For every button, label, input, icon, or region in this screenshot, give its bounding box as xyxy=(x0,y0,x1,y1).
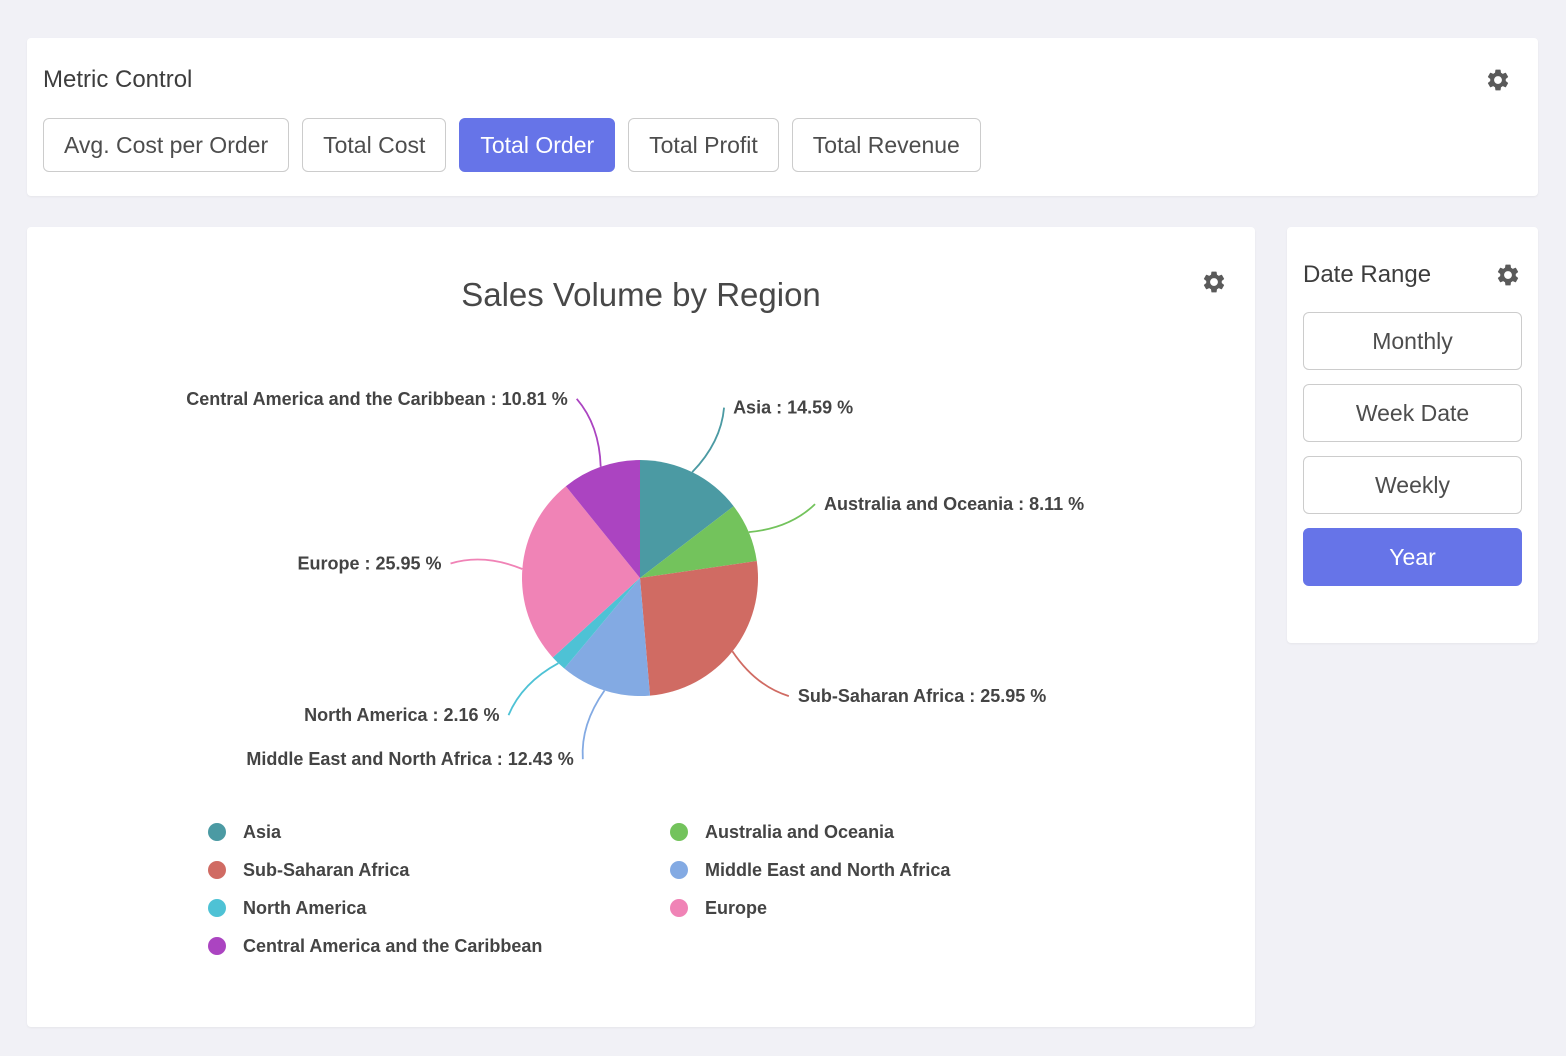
legend-dot-middle-east-and-north-africa xyxy=(670,861,688,879)
legend-dot-north-america xyxy=(208,899,226,917)
date-range-button-group: Monthly Week Date Weekly Year xyxy=(1303,312,1522,586)
metric-button-group: Avg. Cost per OrderTotal CostTotal Order… xyxy=(43,118,1512,172)
date-range-title: Date Range xyxy=(1303,261,1431,289)
pie-label-line-central-america-and-the-caribbean xyxy=(577,399,601,467)
legend-item-europe[interactable]: Europe xyxy=(670,896,1090,920)
date-range-header: Date Range xyxy=(1303,261,1522,289)
date-range-gear-icon[interactable] xyxy=(1494,261,1522,289)
pie-chart[interactable]: Asia : 14.59 % Australia and Oceania : 8.… xyxy=(27,313,1255,783)
legend-dot-europe xyxy=(670,899,688,917)
legend-label-middle-east-and-north-africa: Middle East and North Africa xyxy=(705,860,950,881)
metric-settings-gear-icon[interactable] xyxy=(1484,66,1512,94)
legend-label-australia-and-oceania: Australia and Oceania xyxy=(705,822,894,843)
metric-button-total-profit[interactable]: Total Profit xyxy=(628,118,779,172)
metric-control-header: Metric Control xyxy=(43,66,1512,94)
legend-dot-sub-saharan-africa xyxy=(208,861,226,879)
pie-label-line-asia xyxy=(692,408,724,473)
dashboard-page: Metric Control Avg. Cost per OrderTotal … xyxy=(0,0,1566,1027)
chart-header: Sales Volume by Region xyxy=(27,227,1255,313)
pie-label-central-america-and-the-caribbean: Central America and the Caribbean : 10.8… xyxy=(186,389,567,409)
pie-slice-sub-saharan-africa[interactable] xyxy=(640,561,758,696)
legend-item-central-america-and-the-caribbean[interactable]: Central America and the Caribbean xyxy=(208,934,670,958)
legend-item-sub-saharan-africa[interactable]: Sub-Saharan Africa xyxy=(208,858,670,882)
pie-label-north-america: North America : 2.16 % xyxy=(304,705,499,725)
chart-legend: Asia Australia and Oceania Sub-Saharan Afr… xyxy=(208,820,1255,958)
pie-label-line-middle-east-and-north-africa xyxy=(583,691,605,760)
chart-settings-gear-icon[interactable] xyxy=(1200,268,1228,296)
chart-panel: Sales Volume by Region Asia : 14.59 % Aus… xyxy=(27,227,1255,1027)
metric-button-avg-cost-per-order[interactable]: Avg. Cost per Order xyxy=(43,118,289,172)
chart-title: Sales Volume by Region xyxy=(27,277,1255,313)
pie-label-sub-saharan-africa: Sub-Saharan Africa : 25.95 % xyxy=(798,686,1046,706)
date-range-button-year[interactable]: Year xyxy=(1303,528,1522,586)
pie-label-europe: Europe : 25.95 % xyxy=(297,553,441,573)
pie-label-australia-and-oceania: Australia and Oceania : 8.11 % xyxy=(824,494,1084,514)
legend-label-asia: Asia xyxy=(243,822,281,843)
pie-label-line-sub-saharan-africa xyxy=(732,651,788,696)
legend-dot-asia xyxy=(208,823,226,841)
legend-label-sub-saharan-africa: Sub-Saharan Africa xyxy=(243,860,409,881)
date-range-panel: Date Range Monthly Week Date Weekly Year xyxy=(1287,227,1538,643)
main-row: Sales Volume by Region Asia : 14.59 % Aus… xyxy=(27,227,1538,1027)
legend-item-north-america[interactable]: North America xyxy=(208,896,670,920)
date-range-button-weekly[interactable]: Weekly xyxy=(1303,456,1522,514)
pie-label-line-europe xyxy=(451,560,523,569)
legend-dot-australia-and-oceania xyxy=(670,823,688,841)
metric-control-title: Metric Control xyxy=(43,66,192,94)
date-range-button-monthly[interactable]: Monthly xyxy=(1303,312,1522,370)
legend-label-north-america: North America xyxy=(243,898,366,919)
legend-label-central-america-and-the-caribbean: Central America and the Caribbean xyxy=(243,936,542,957)
pie-label-asia: Asia : 14.59 % xyxy=(733,398,853,418)
legend-dot-central-america-and-the-caribbean xyxy=(208,937,226,955)
date-range-button-week-date[interactable]: Week Date xyxy=(1303,384,1522,442)
legend-item-australia-and-oceania[interactable]: Australia and Oceania xyxy=(670,820,1090,844)
pie-label-middle-east-and-north-africa: Middle East and North Africa : 12.43 % xyxy=(246,749,573,769)
metric-button-total-cost[interactable]: Total Cost xyxy=(302,118,446,172)
legend-item-middle-east-and-north-africa[interactable]: Middle East and North Africa xyxy=(670,858,1090,882)
legend-label-europe: Europe xyxy=(705,898,767,919)
metric-control-panel: Metric Control Avg. Cost per OrderTotal … xyxy=(27,38,1538,196)
legend-item-asia[interactable]: Asia xyxy=(208,820,670,844)
metric-button-total-order[interactable]: Total Order xyxy=(459,118,615,172)
metric-button-total-revenue[interactable]: Total Revenue xyxy=(792,118,981,172)
pie-label-line-north-america xyxy=(509,663,559,715)
pie-label-line-australia-and-oceania xyxy=(749,504,815,532)
